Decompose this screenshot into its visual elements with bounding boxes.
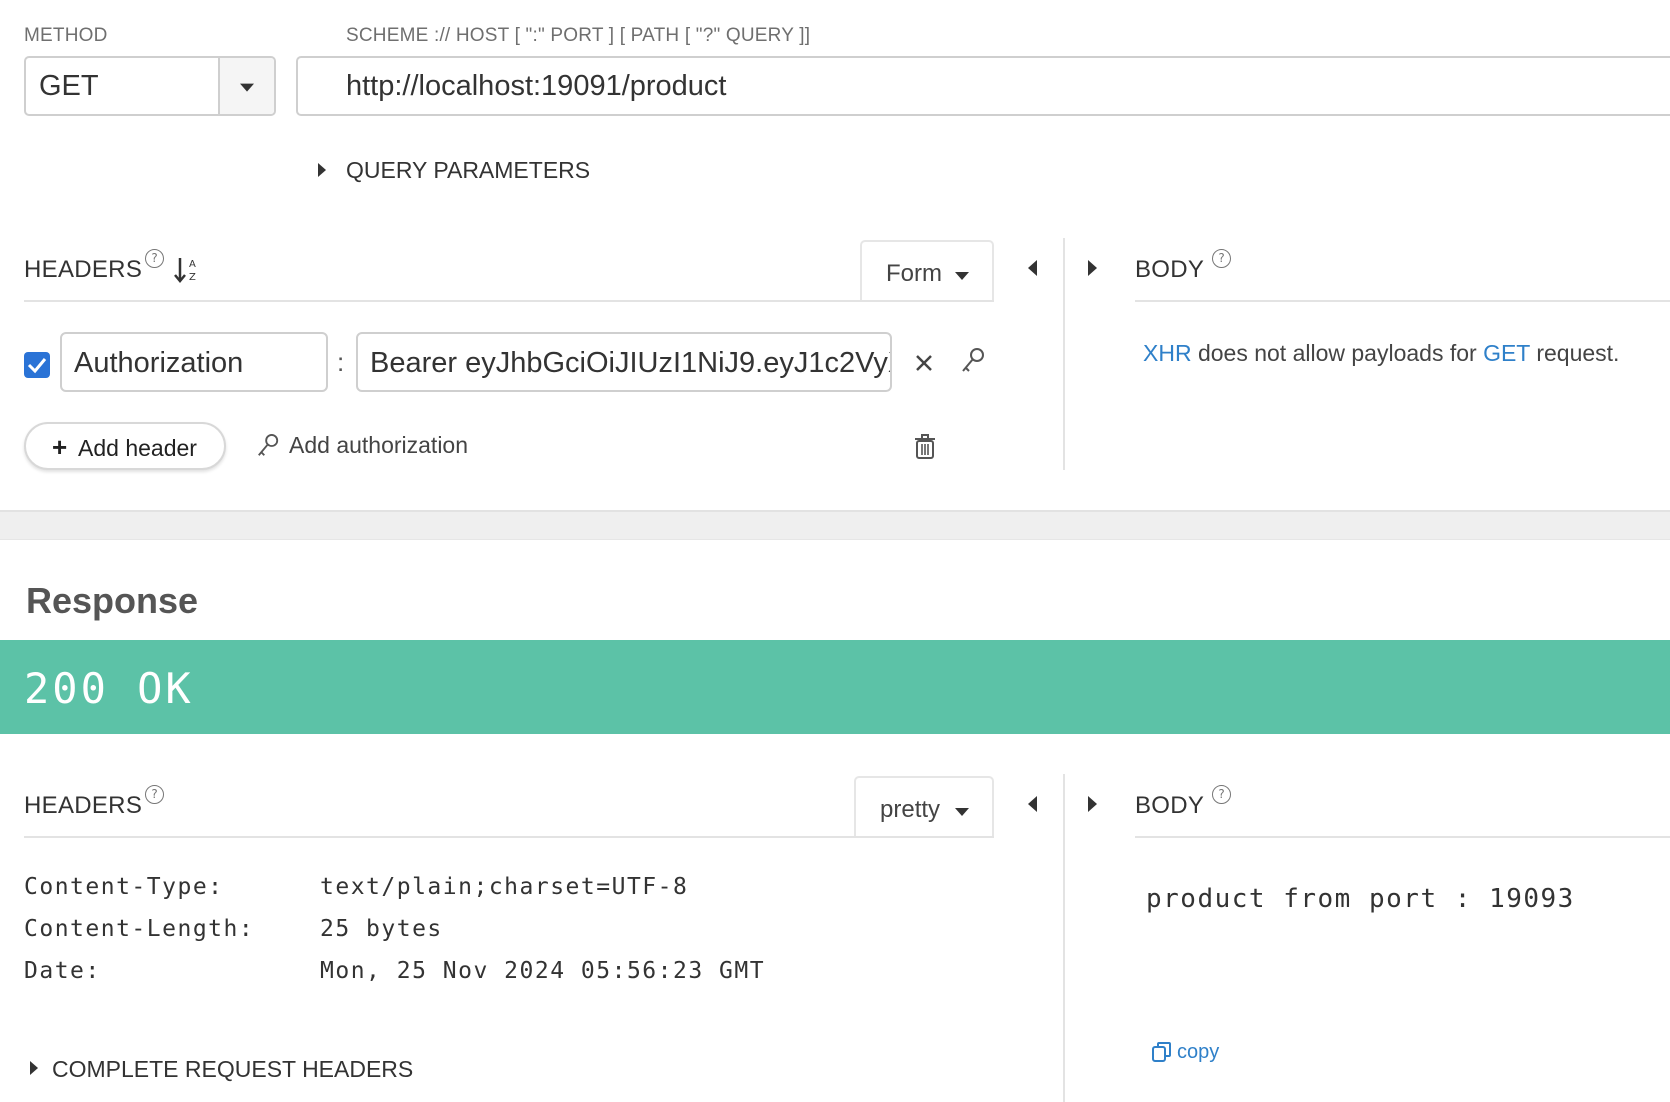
body-message-end: request. — [1529, 340, 1620, 366]
status-bar: 200 OK — [0, 640, 1670, 734]
body-unsupported-message: XHR does not allow payloads for GET requ… — [1143, 340, 1619, 367]
triangle-left-icon — [1028, 260, 1037, 276]
add-header-button[interactable]: + Add header — [24, 422, 226, 470]
section-separator — [0, 510, 1670, 540]
response-body-text: product from port : 19093 — [1146, 884, 1575, 914]
divider — [1135, 300, 1670, 302]
response-headers-title: HEADERS — [24, 792, 143, 819]
key-icon[interactable] — [960, 347, 986, 375]
query-parameters-label: QUERY PARAMETERS — [346, 157, 591, 183]
trash-icon[interactable] — [914, 434, 936, 460]
url-caption: SCHEME :// HOST [ ":" PORT ] [ PATH [ "?… — [346, 25, 811, 46]
response-header-key: Content-Length: — [24, 916, 255, 942]
method-caption: METHOD — [24, 25, 108, 46]
response-body-title: BODY — [1135, 792, 1205, 819]
add-authorization-button[interactable]: Add authorization — [256, 430, 556, 462]
help-icon[interactable]: ? — [1212, 249, 1231, 268]
divider — [24, 836, 994, 838]
headers-mode-dropdown[interactable]: Form — [860, 240, 994, 302]
expand-right-button[interactable] — [1088, 796, 1097, 817]
request-headers-title: HEADERS — [24, 256, 143, 283]
method-dropdown-button[interactable] — [218, 58, 274, 114]
help-icon[interactable]: ? — [1212, 785, 1231, 804]
divider — [24, 300, 994, 302]
response-headers-format-dropdown[interactable]: pretty — [854, 776, 994, 838]
header-separator: : — [337, 347, 345, 377]
collapse-left-button[interactable] — [1028, 796, 1037, 817]
collapse-left-button[interactable] — [1028, 260, 1037, 281]
divider — [1135, 836, 1670, 838]
response-title: Response — [26, 580, 199, 621]
response-header-value: text/plain;charset=UTF-8 — [320, 874, 689, 900]
panel-divider — [1063, 774, 1065, 1102]
svg-text:A: A — [189, 259, 196, 270]
plus-icon: + — [52, 432, 68, 462]
chevron-down-icon — [240, 83, 254, 92]
panel-divider — [1063, 238, 1065, 470]
url-input[interactable]: http://localhost:19091/product — [296, 56, 1670, 116]
header-name-input[interactable]: Authorization — [60, 332, 328, 392]
format-value: pretty — [880, 796, 941, 823]
triangle-right-icon — [318, 163, 326, 177]
triangle-right-icon — [1088, 796, 1097, 812]
header-name-value: Authorization — [74, 347, 244, 379]
response-header-key: Content-Type: — [24, 874, 224, 900]
sort-alpha-icon[interactable]: A Z — [174, 256, 198, 284]
response-header-key: Date: — [24, 958, 101, 984]
header-enabled-checkbox[interactable] — [24, 352, 50, 378]
header-value-input[interactable]: Bearer eyJhbGciOiJIUzI1NiJ9.eyJ1c2VyX — [356, 332, 892, 392]
body-message-text: does not allow payloads for — [1191, 340, 1484, 366]
triangle-right-icon — [30, 1061, 38, 1075]
xhr-link[interactable]: XHR — [1143, 340, 1192, 366]
help-icon[interactable]: ? — [145, 249, 164, 268]
copy-icon — [1151, 1041, 1173, 1063]
triangle-right-icon — [1088, 260, 1097, 276]
url-value: http://localhost:19091/product — [346, 70, 727, 102]
header-value-text: Bearer eyJhbGciOiJIUzI1NiJ9.eyJ1c2VyX — [370, 347, 892, 379]
headers-mode-value: Form — [886, 260, 942, 287]
expand-right-button[interactable] — [1088, 260, 1097, 281]
complete-request-headers-label: COMPLETE REQUEST HEADERS — [52, 1056, 414, 1082]
method-value: GET — [39, 70, 99, 102]
help-icon[interactable]: ? — [145, 785, 164, 804]
get-link[interactable]: GET — [1483, 340, 1530, 366]
chevron-down-icon — [955, 808, 969, 816]
copy-label: copy — [1177, 1041, 1220, 1063]
status-text: 200 OK — [24, 664, 194, 713]
svg-text:Z: Z — [189, 272, 196, 283]
add-header-label: Add header — [78, 435, 197, 461]
chevron-down-icon — [955, 272, 969, 280]
request-body-title: BODY — [1135, 256, 1205, 283]
method-select[interactable]: GET — [24, 56, 276, 116]
close-icon[interactable] — [912, 351, 936, 375]
response-header-value: 25 bytes — [320, 916, 443, 942]
key-icon — [256, 432, 280, 460]
add-authorization-label: Add authorization — [289, 432, 469, 458]
response-header-value: Mon, 25 Nov 2024 05:56:23 GMT — [320, 958, 766, 984]
triangle-left-icon — [1028, 796, 1037, 812]
